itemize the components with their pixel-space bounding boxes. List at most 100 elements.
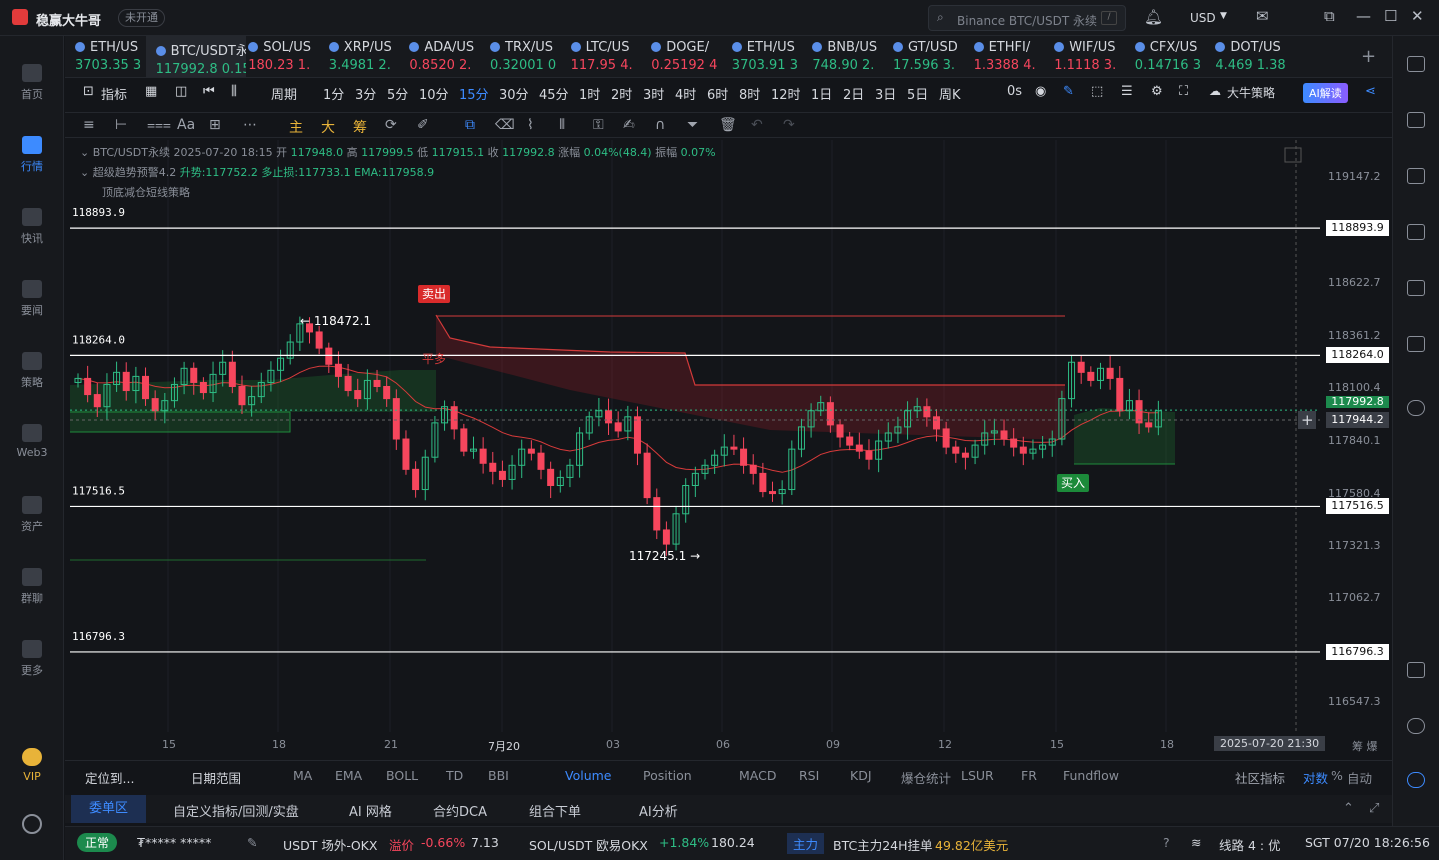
crop-icon[interactable]: ⬚ [1091,84,1103,99]
candle-type-icon[interactable]: ⫼ [231,84,237,99]
indicator-tab[interactable]: RSI [799,768,819,783]
line-quality[interactable]: 线路 4 : 优 [1219,835,1281,854]
bottom-tab[interactable]: 自定义指标/回测/实盘 [173,801,299,820]
interval-7[interactable]: 1时 [579,84,600,103]
time-axis[interactable]: 2025-07-20 21:30 筹 爆 15 18 21 7月20 03 06 09 12 1… [70,734,1390,756]
collapse-icon[interactable]: ⌄ [80,166,93,179]
undo-icon[interactable]: ↶ [751,117,763,133]
watchlist-icon[interactable] [1407,56,1425,72]
bell-icon[interactable]: 🔔︎ [1144,8,1163,26]
pair-label[interactable]: SOL/USDT 欧易OKX [529,835,648,854]
interval-14[interactable]: 1日 [811,84,832,103]
interval-3[interactable]: 10分 [419,84,449,103]
close-icon[interactable]: ✕ [1411,7,1424,25]
interval-13[interactable]: 12时 [771,84,801,103]
sidebar-item-more[interactable]: 更多 [0,640,64,678]
bottom-tab[interactable]: 组合下单 [529,801,581,820]
interval-15[interactable]: 2日 [843,84,864,103]
eye-icon[interactable] [1407,400,1425,416]
ticker-tab[interactable]: LTC/US 117.95 4. [561,36,641,78]
large-toggle[interactable]: 大 [321,117,335,137]
sidebar-item-vip[interactable]: VIP [0,748,64,783]
interval-2[interactable]: 5分 [387,84,408,103]
ticker-tab[interactable]: BTC/USDT永续 117992.8 0.15% [145,36,246,78]
notes-icon[interactable] [1407,112,1425,128]
ticker-tab[interactable]: XRP/US 3.4981 2. [319,36,399,78]
ticker-tab[interactable]: SOL/US 180.23 1. [238,36,318,78]
bottom-tab[interactable]: 合约DCA [433,801,487,820]
ticker-tab[interactable]: DOT/US 4.469 1.38 [1205,36,1285,78]
trash-icon[interactable]: 🗑︎ [719,117,737,133]
percent-toggle[interactable]: % [1331,768,1343,783]
indicator-tab[interactable]: FR [1021,768,1037,783]
camera-icon[interactable]: ◉ [1035,84,1046,99]
popout-icon[interactable]: ⧉ [1324,7,1335,25]
headset-icon[interactable] [1407,718,1425,734]
bottom-tab[interactable]: 委单区 [71,795,147,823]
ticker-tab[interactable]: WIF/US 1.1118 3. [1044,36,1124,78]
settings-icon[interactable] [22,814,42,834]
main-toggle[interactable]: 主 [289,117,303,137]
indicator-tab[interactable]: MACD [739,768,776,783]
indicator-tab[interactable]: MA [293,768,312,783]
dollar-icon[interactable] [1407,168,1425,184]
ai-button[interactable]: AI解读 [1303,83,1348,103]
ticker-tab[interactable]: TRX/US 0.32001 0 [480,36,560,78]
locate-button[interactable]: 定位到... [85,768,134,787]
refresh-icon[interactable]: ⟳ [385,117,397,133]
hline-icon[interactable]: ⊢ [115,117,127,133]
period-select[interactable]: 周期 [271,84,297,103]
bottom-tab[interactable]: AI 网格 [349,801,392,820]
calendar-icon[interactable]: ▦ [145,84,157,99]
chart-corner-icon[interactable] [1284,147,1302,163]
eraser-icon[interactable]: ⌫ [495,117,515,133]
indicator-tab[interactable]: Volume [565,768,612,783]
sidebar-item-web3[interactable]: Web3 [0,424,64,459]
indicator-tab[interactable]: KDJ [850,768,872,783]
monitor-icon[interactable] [1407,280,1425,296]
analytics-icon[interactable] [1407,224,1425,240]
search-input[interactable]: ⌕ Binance BTC/USDT 永续 / [928,5,1126,31]
expand-icon[interactable]: ⤢ [1369,801,1379,816]
sidebar-item-headlines[interactable]: 要闻 [0,280,64,318]
interval-5[interactable]: 30分 [499,84,529,103]
interval-1[interactable]: 3分 [355,84,376,103]
interval-0[interactable]: 1分 [323,84,344,103]
list-icon[interactable]: ☰ [1121,84,1133,99]
share-icon[interactable]: ⋖ [1365,84,1376,99]
edit-icon[interactable]: ✎ [247,835,257,850]
sidebar-item-flash[interactable]: 快讯 [0,208,64,246]
sidebar-item-assets[interactable]: 资产 [0,496,64,534]
interval-16[interactable]: 3日 [875,84,896,103]
mail-icon[interactable]: ✉ [1256,7,1269,25]
indicator-tab[interactable]: BOLL [386,768,418,783]
add-tab-icon[interactable]: + [1361,46,1376,67]
auto-scale-toggle[interactable]: 自动 [1347,768,1372,787]
card-icon[interactable] [1407,336,1425,352]
price-chart[interactable]: ← 118472.1 117245.1 → 卖出 买入 平多 118893.9 118264… [70,140,1320,732]
account-status-chip[interactable]: 未开通 [118,9,165,27]
indicator-tab[interactable]: 爆仓统计 [901,768,951,787]
collapse-icon[interactable]: ⌄ [80,146,93,159]
menu-icon[interactable]: ≡ [83,117,95,133]
copy-icon[interactable]: ⧉ [465,117,475,133]
indicator-button[interactable]: 指标 [101,84,127,103]
minimize-icon[interactable]: — [1356,7,1371,25]
sidebar-item-strategy[interactable]: 策略 [0,352,64,390]
sidebar-item-home[interactable]: 首页 [0,64,64,102]
replay-icon[interactable]: ⏮ [203,84,215,99]
strategy-select[interactable]: 大牛策略 [1227,84,1275,101]
indicator-tab[interactable]: TD [446,768,463,783]
gear-icon[interactable]: ⚙ [1151,84,1163,99]
indicator-tab[interactable]: Fundflow [1063,768,1119,783]
multiline-icon[interactable]: ⩶ [147,117,171,133]
user-account[interactable]: ₮***** ***** [137,835,211,850]
layout-icon[interactable] [1407,662,1425,678]
ticker-tab[interactable]: ETH/US 3703.35 3 [65,36,145,78]
log-scale-toggle[interactable]: 对数 [1303,768,1328,787]
edit-icon[interactable]: ✍ [623,117,635,133]
indicator-tab[interactable]: Position [643,768,692,783]
interval-9[interactable]: 3时 [643,84,664,103]
indicator-tab[interactable]: EMA [335,768,362,783]
ticker-tab[interactable]: ADA/US 0.8520 2. [399,36,479,78]
